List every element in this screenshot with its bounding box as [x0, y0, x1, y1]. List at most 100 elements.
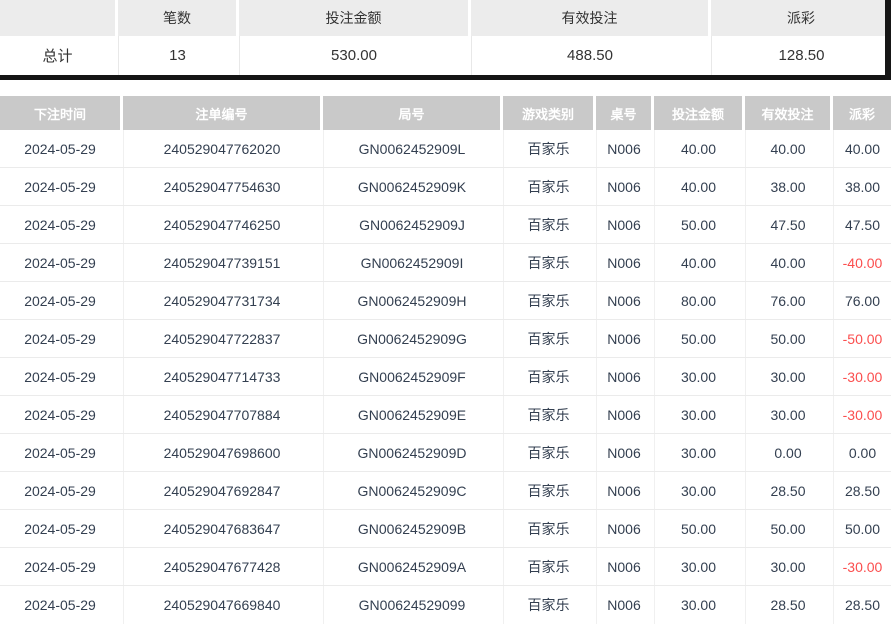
cell-valid-bet: 28.50 [745, 586, 830, 624]
cell-valid-bet: 47.50 [745, 206, 830, 243]
cell-table-number: N006 [596, 434, 651, 471]
cell-bet-time: 2024-05-29 [0, 358, 120, 395]
cell-round-number: GN0062452909H [323, 282, 500, 319]
table-row: 2024-05-29 240529047746250 GN0062452909J… [0, 206, 891, 244]
cell-table-number: N006 [596, 548, 651, 585]
cell-bet-time: 2024-05-29 [0, 320, 120, 357]
cell-valid-bet: 40.00 [745, 130, 830, 167]
cell-round-number: GN00624529099 [323, 586, 500, 624]
cell-game-type: 百家乐 [503, 472, 593, 509]
cell-order-number: 240529047754630 [123, 168, 320, 205]
cell-game-type: 百家乐 [503, 244, 593, 281]
cell-bet-amount: 50.00 [654, 510, 742, 547]
cell-order-number: 240529047762020 [123, 130, 320, 167]
cell-bet-amount: 30.00 [654, 434, 742, 471]
cell-payout: 47.50 [833, 206, 891, 243]
cell-order-number: 240529047746250 [123, 206, 320, 243]
cell-valid-bet: 30.00 [745, 396, 830, 433]
cell-valid-bet: 40.00 [745, 244, 830, 281]
cell-round-number: GN0062452909D [323, 434, 500, 471]
cell-round-number: GN0062452909J [323, 206, 500, 243]
cell-valid-bet: 50.00 [745, 510, 830, 547]
cell-valid-bet: 50.00 [745, 320, 830, 357]
cell-table-number: N006 [596, 244, 651, 281]
scrollbar-thumb[interactable] [885, 0, 891, 80]
cell-table-number: N006 [596, 396, 651, 433]
table-row: 2024-05-29 240529047707884 GN0062452909E… [0, 396, 891, 434]
cell-table-number: N006 [596, 206, 651, 243]
cell-game-type: 百家乐 [503, 396, 593, 433]
cell-game-type: 百家乐 [503, 320, 593, 357]
cell-bet-amount: 80.00 [654, 282, 742, 319]
cell-table-number: N006 [596, 358, 651, 395]
col-header-order-number: 注单编号 [123, 96, 320, 130]
records-table-header: 下注时间 注单编号 局号 游戏类别 桌号 投注金额 有效投注 派彩 [0, 96, 891, 130]
cell-game-type: 百家乐 [503, 168, 593, 205]
cell-order-number: 240529047739151 [123, 244, 320, 281]
cell-bet-amount: 30.00 [654, 586, 742, 624]
summary-total-bet-amount: 530.00 [239, 36, 468, 75]
table-row: 2024-05-29 240529047754630 GN0062452909K… [0, 168, 891, 206]
cell-bet-amount: 30.00 [654, 472, 742, 509]
col-header-table-number: 桌号 [596, 96, 651, 130]
cell-game-type: 百家乐 [503, 206, 593, 243]
col-header-game-type: 游戏类别 [503, 96, 593, 130]
cell-bet-amount: 30.00 [654, 358, 742, 395]
cell-payout: 28.50 [833, 472, 891, 509]
cell-round-number: GN0062452909G [323, 320, 500, 357]
cell-round-number: GN0062452909K [323, 168, 500, 205]
summary-header-payout: 派彩 [711, 0, 891, 36]
records-table-body: 2024-05-29 240529047762020 GN0062452909L… [0, 130, 891, 624]
summary-total-valid-bet: 488.50 [471, 36, 708, 75]
cell-table-number: N006 [596, 472, 651, 509]
cell-game-type: 百家乐 [503, 358, 593, 395]
cell-bet-time: 2024-05-29 [0, 548, 120, 585]
summary-header-blank [0, 0, 115, 36]
cell-order-number: 240529047677428 [123, 548, 320, 585]
table-row: 2024-05-29 240529047731734 GN0062452909H… [0, 282, 891, 320]
cell-bet-amount: 30.00 [654, 396, 742, 433]
cell-bet-time: 2024-05-29 [0, 244, 120, 281]
cell-game-type: 百家乐 [503, 130, 593, 167]
cell-round-number: GN0062452909C [323, 472, 500, 509]
cell-bet-amount: 50.00 [654, 206, 742, 243]
cell-payout: -30.00 [833, 548, 891, 585]
cell-payout: 38.00 [833, 168, 891, 205]
table-row: 2024-05-29 240529047677428 GN0062452909A… [0, 548, 891, 586]
cell-payout: -30.00 [833, 396, 891, 433]
col-header-round-number: 局号 [323, 96, 500, 130]
cell-bet-time: 2024-05-29 [0, 130, 120, 167]
table-row: 2024-05-29 240529047762020 GN0062452909L… [0, 130, 891, 168]
cell-game-type: 百家乐 [503, 510, 593, 547]
cell-table-number: N006 [596, 510, 651, 547]
cell-payout: 50.00 [833, 510, 891, 547]
cell-order-number: 240529047714733 [123, 358, 320, 395]
table-row: 2024-05-29 240529047683647 GN0062452909B… [0, 510, 891, 548]
cell-round-number: GN0062452909L [323, 130, 500, 167]
summary-header-valid-bet: 有效投注 [471, 0, 708, 36]
summary-total-row: 总计 13 530.00 488.50 128.50 [0, 36, 891, 75]
summary-total-label: 总计 [0, 36, 115, 75]
table-row: 2024-05-29 240529047739151 GN0062452909I… [0, 244, 891, 282]
cell-valid-bet: 76.00 [745, 282, 830, 319]
table-row: 2024-05-29 240529047698600 GN0062452909D… [0, 434, 891, 472]
cell-order-number: 240529047683647 [123, 510, 320, 547]
cell-valid-bet: 28.50 [745, 472, 830, 509]
col-header-payout: 派彩 [833, 96, 891, 130]
cell-table-number: N006 [596, 586, 651, 624]
cell-order-number: 240529047722837 [123, 320, 320, 357]
cell-order-number: 240529047731734 [123, 282, 320, 319]
cell-round-number: GN0062452909I [323, 244, 500, 281]
table-row: 2024-05-29 240529047669840 GN00624529099… [0, 586, 891, 624]
cell-order-number: 240529047692847 [123, 472, 320, 509]
cell-valid-bet: 30.00 [745, 548, 830, 585]
cell-game-type: 百家乐 [503, 548, 593, 585]
cell-payout: -30.00 [833, 358, 891, 395]
cell-game-type: 百家乐 [503, 586, 593, 624]
cell-bet-time: 2024-05-29 [0, 434, 120, 471]
summary-header-row: 笔数 投注金额 有效投注 派彩 [0, 0, 891, 36]
col-header-bet-time: 下注时间 [0, 96, 120, 130]
cell-bet-time: 2024-05-29 [0, 472, 120, 509]
table-row: 2024-05-29 240529047714733 GN0062452909F… [0, 358, 891, 396]
cell-bet-time: 2024-05-29 [0, 206, 120, 243]
